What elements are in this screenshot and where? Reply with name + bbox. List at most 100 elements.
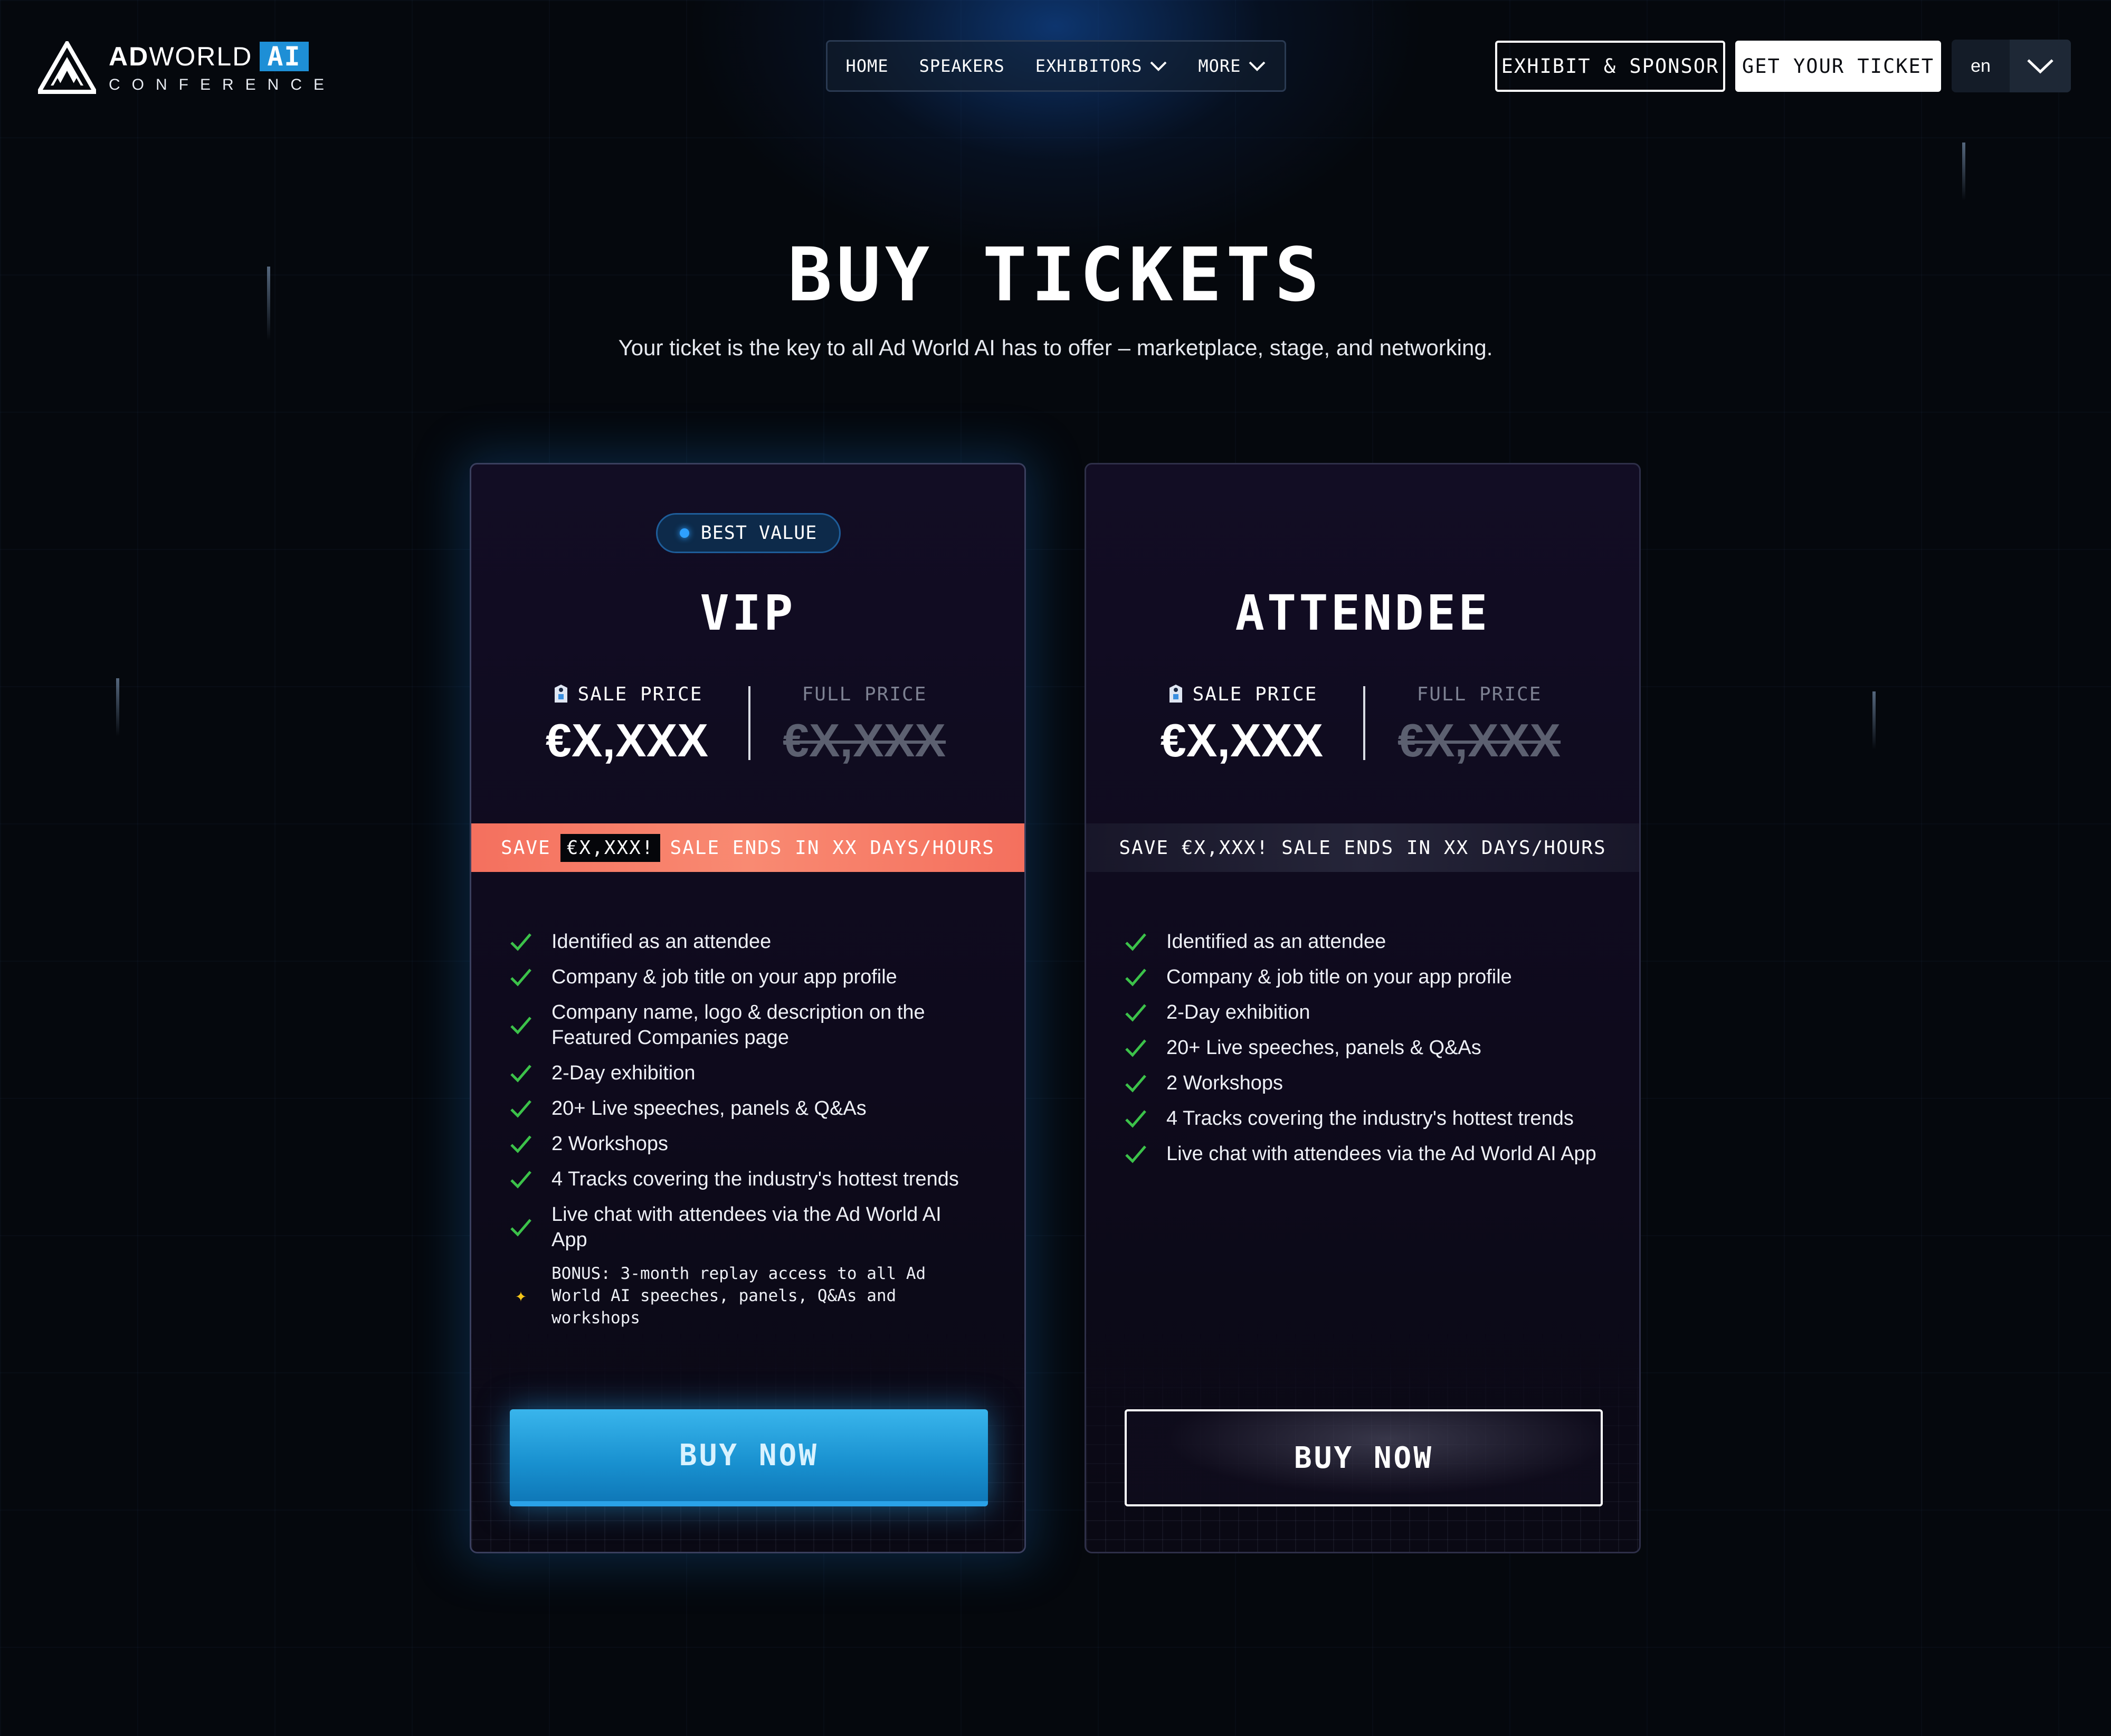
best-value-badge: BEST VALUE bbox=[656, 513, 841, 553]
list-item: Identified as an attendee bbox=[509, 929, 1000, 954]
check-icon bbox=[1125, 933, 1146, 951]
check-icon bbox=[510, 1065, 531, 1083]
vip-ticket-card: BEST VALUE VIP SALE PRICE €X,XXX FULL PR… bbox=[470, 463, 1026, 1553]
sparkle-icon: ✦ bbox=[515, 1285, 527, 1306]
chevron-down-icon bbox=[2027, 59, 2053, 74]
background-streak bbox=[1872, 691, 1876, 750]
feature-text: Identified as an attendee bbox=[1166, 931, 1386, 953]
attendee-buy-now-button[interactable]: BUY NOW bbox=[1125, 1409, 1603, 1506]
nav-home[interactable]: HOME bbox=[846, 56, 889, 76]
price-divider bbox=[748, 686, 750, 760]
feature-text: Live chat with attendees via the Ad Worl… bbox=[551, 1203, 942, 1251]
logo-ai-tag: AI bbox=[260, 42, 309, 71]
exhibit-sponsor-button[interactable]: EXHIBIT & SPONSOR bbox=[1495, 41, 1725, 92]
logo-subtitle: CONFERENCE bbox=[109, 76, 336, 93]
check-icon bbox=[510, 1100, 531, 1118]
save-amount: €X,XXX! bbox=[560, 833, 661, 862]
list-item: Live chat with attendees via the Ad Worl… bbox=[1124, 1141, 1615, 1166]
check-icon bbox=[1125, 1004, 1146, 1022]
attendee-price-block: SALE PRICE €X,XXX FULL PRICE €X,XXX bbox=[1086, 681, 1639, 764]
list-item: Company & job title on your app profile bbox=[1124, 964, 1615, 990]
background-streak bbox=[1962, 143, 1965, 201]
list-item: 2-Day exhibition bbox=[509, 1060, 1000, 1086]
feature-text: 2 Workshops bbox=[551, 1133, 669, 1155]
check-icon bbox=[1125, 969, 1146, 986]
list-item: 2-Day exhibition bbox=[1124, 1000, 1615, 1025]
feature-text: Identified as an attendee bbox=[551, 931, 772, 953]
feature-text: 2-Day exhibition bbox=[551, 1062, 696, 1084]
feature-text: Company & job title on your app profile bbox=[1166, 966, 1512, 988]
sale-price-label: SALE PRICE bbox=[545, 681, 709, 707]
feature-text: 4 Tracks covering the industry's hottest… bbox=[1166, 1107, 1574, 1130]
language-toggle[interactable] bbox=[2010, 40, 2071, 92]
vip-sale-price: SALE PRICE €X,XXX bbox=[545, 681, 709, 764]
site-header: AD WORLD AI CONFERENCE HOME SPEAKERS EXH… bbox=[0, 0, 2111, 132]
nav-more-label: MORE bbox=[1198, 56, 1241, 76]
save-text: SAVE €X,XXX! SALE ENDS IN XX DAYS/HOURS bbox=[1119, 837, 1606, 859]
page-title: BUY TICKETS bbox=[787, 232, 1324, 318]
logo-text: AD WORLD AI CONFERENCE bbox=[109, 41, 336, 94]
main-nav: HOME SPEAKERS EXHIBITORS MORE bbox=[826, 40, 1286, 92]
price-tag-icon bbox=[1169, 685, 1182, 703]
check-icon bbox=[1125, 1075, 1146, 1093]
vip-price-block: SALE PRICE €X,XXX FULL PRICE €X,XXX bbox=[471, 681, 1024, 764]
vip-feature-list: Identified as an attendee Company & job … bbox=[509, 929, 1000, 1339]
sale-price-label-text: SALE PRICE bbox=[1192, 683, 1318, 705]
feature-text: 20+ Live speeches, panels & Q&As bbox=[551, 1097, 867, 1120]
logo-world: WORLD bbox=[149, 42, 253, 71]
attendee-ticket-card: ATTENDEE SALE PRICE €X,XXX FULL PRICE €X… bbox=[1085, 463, 1641, 1553]
chevron-down-icon bbox=[1249, 61, 1266, 71]
full-price-label: FULL PRICE bbox=[1416, 683, 1542, 705]
list-item: 2 Workshops bbox=[509, 1131, 1000, 1156]
vip-buy-now-button[interactable]: BUY NOW bbox=[510, 1409, 988, 1506]
nav-home-label: HOME bbox=[845, 56, 889, 76]
list-item: 2 Workshops bbox=[1124, 1070, 1615, 1096]
brand-logo[interactable]: AD WORLD AI CONFERENCE bbox=[38, 41, 336, 94]
get-ticket-button[interactable]: GET YOUR TICKET bbox=[1735, 41, 1941, 92]
nav-more[interactable]: MORE bbox=[1198, 56, 1266, 76]
nav-exhibitors-label: EXHIBITORS bbox=[1035, 56, 1143, 76]
bonus-text: BONUS: 3-month replay access to all Ad W… bbox=[551, 1264, 926, 1327]
check-icon bbox=[510, 1017, 531, 1035]
feature-text: Live chat with attendees via the Ad Worl… bbox=[1166, 1143, 1596, 1165]
list-item: 4 Tracks covering the industry's hottest… bbox=[509, 1166, 1000, 1192]
sale-price-value: €X,XXX bbox=[1160, 714, 1324, 766]
page-subtitle: Your ticket is the key to all Ad World A… bbox=[618, 335, 1493, 360]
feature-text: 2 Workshops bbox=[1166, 1072, 1283, 1094]
attendee-feature-list: Identified as an attendee Company & job … bbox=[1124, 929, 1615, 1177]
full-price-value: €X,XXX bbox=[783, 714, 946, 766]
language-select[interactable]: en bbox=[1952, 40, 2071, 92]
chevron-down-icon bbox=[1150, 61, 1167, 71]
list-item: 4 Tracks covering the industry's hottest… bbox=[1124, 1106, 1615, 1131]
feature-text: Company name, logo & description on the … bbox=[551, 1001, 925, 1049]
list-item: Live chat with attendees via the Ad Worl… bbox=[509, 1202, 1000, 1253]
list-item: Company name, logo & description on the … bbox=[509, 1000, 1000, 1050]
logo-ad: AD bbox=[109, 42, 149, 71]
list-item: 20+ Live speeches, panels & Q&As bbox=[1124, 1035, 1615, 1060]
list-item: Identified as an attendee bbox=[1124, 929, 1615, 954]
check-icon bbox=[510, 969, 531, 986]
attendee-sale-banner: SAVE €X,XXX! SALE ENDS IN XX DAYS/HOURS bbox=[1086, 823, 1639, 872]
feature-text: 2-Day exhibition bbox=[1166, 1001, 1310, 1023]
feature-text: 20+ Live speeches, panels & Q&As bbox=[1166, 1037, 1481, 1059]
logo-mark-icon bbox=[38, 41, 96, 94]
bonus-item: ✦ BONUS: 3-month replay access to all Ad… bbox=[509, 1263, 1000, 1329]
check-icon bbox=[1125, 1039, 1146, 1057]
save-prefix: SAVE bbox=[501, 837, 551, 859]
feature-text: Company & job title on your app profile bbox=[551, 966, 897, 988]
list-item: 20+ Live speeches, panels & Q&As bbox=[509, 1096, 1000, 1121]
check-icon bbox=[510, 1135, 531, 1153]
language-value: en bbox=[1971, 55, 1991, 76]
price-divider bbox=[1363, 686, 1365, 760]
full-price-label: FULL PRICE bbox=[802, 683, 927, 705]
background-streak bbox=[116, 678, 119, 736]
nav-speakers[interactable]: SPEAKERS bbox=[919, 56, 1005, 76]
nav-exhibitors[interactable]: EXHIBITORS bbox=[1035, 56, 1168, 76]
check-icon bbox=[510, 933, 531, 951]
attendee-title: ATTENDEE bbox=[1235, 585, 1490, 641]
vip-title: VIP bbox=[700, 585, 796, 641]
badge-label: BEST VALUE bbox=[700, 523, 817, 544]
nav-speakers-label: SPEAKERS bbox=[919, 56, 1005, 76]
attendee-full-price: FULL PRICE €X,XXX bbox=[1397, 681, 1561, 764]
check-icon bbox=[510, 1171, 531, 1189]
